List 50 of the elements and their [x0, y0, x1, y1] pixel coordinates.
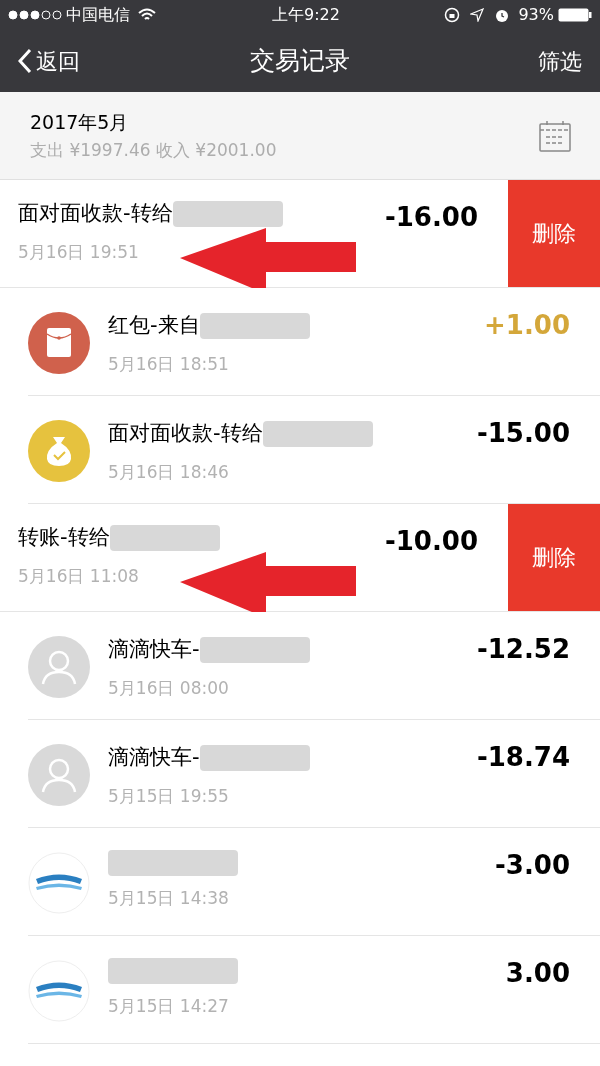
- transaction-row[interactable]: 面对面收款-转给 5月16日 19:51 -16.00 删除: [0, 180, 600, 288]
- logo-icon: [28, 960, 90, 1022]
- transaction-title: 面对面收款-转给: [108, 420, 263, 447]
- transaction-time: 5月15日 14:27: [108, 995, 230, 1018]
- user-avatar-icon: [28, 744, 90, 806]
- rotation-lock-icon: [444, 7, 461, 23]
- transaction-amount: -18.74: [476, 741, 570, 774]
- transaction-time: 5月15日 14:38: [108, 887, 230, 910]
- delete-button[interactable]: 删除: [508, 504, 600, 611]
- transaction-row[interactable]: 滴滴快车- 5月16日 08:00 -12.52: [28, 612, 600, 720]
- transaction-time: 5月16日 18:46: [108, 460, 230, 484]
- transaction-amount: 3.00: [505, 957, 570, 990]
- transaction-title: 转账-转给: [18, 524, 110, 551]
- calendar-icon[interactable]: [538, 118, 572, 153]
- page-title: 交易记录: [249, 45, 351, 78]
- month-label: 2017年5月: [30, 109, 130, 135]
- transaction-amount: +1.00: [484, 309, 570, 342]
- transaction-amount: -10.00: [384, 525, 478, 558]
- delete-button[interactable]: 删除: [508, 180, 600, 287]
- filter-button[interactable]: 筛选: [472, 44, 582, 78]
- transaction-row[interactable]: 转账-转给 5月16日 11:08 -10.00 删除: [0, 504, 600, 612]
- transaction-amount: -3.00: [495, 849, 570, 882]
- transaction-amount: -15.00: [476, 417, 570, 450]
- transaction-time: 5月15日 19:55: [108, 784, 230, 808]
- signal-strength-icon: [8, 10, 62, 20]
- battery-icon: [558, 8, 592, 22]
- carrier-name: 中国电信: [66, 4, 130, 26]
- transaction-title: 滴滴快车-: [108, 744, 200, 771]
- chevron-left-icon: [18, 48, 32, 74]
- transaction-time: 5月16日 08:00: [108, 676, 230, 700]
- clock-time: 上午9:22: [272, 4, 341, 26]
- logo-icon: [28, 852, 90, 914]
- transaction-time: 5月16日 11:08: [18, 564, 140, 588]
- transaction-title: 红包-来自: [108, 312, 200, 339]
- transaction-title: 面对面收款-转给: [18, 200, 173, 227]
- transaction-time: 5月16日 18:51: [108, 352, 230, 376]
- location-arrow-icon: [470, 8, 485, 22]
- user-avatar-icon: [28, 636, 90, 698]
- transaction-title: 滴滴快车-: [108, 636, 200, 663]
- battery-percent: 93%: [518, 4, 554, 26]
- transaction-row[interactable]: 红包-来自 5月16日 18:51 +1.00: [28, 288, 600, 396]
- money-bag-icon: [28, 420, 90, 482]
- wifi-icon: [138, 8, 156, 22]
- transaction-amount: -16.00: [384, 201, 478, 234]
- transaction-amount: -12.52: [476, 633, 570, 666]
- envelope-icon: [28, 312, 90, 374]
- monthly-totals: 支出 ¥1997.46 收入 ¥2001.00: [30, 139, 278, 162]
- transaction-time: 5月16日 19:51: [18, 240, 140, 264]
- alarm-clock-icon: [494, 7, 511, 23]
- back-button[interactable]: 返回: [18, 44, 128, 78]
